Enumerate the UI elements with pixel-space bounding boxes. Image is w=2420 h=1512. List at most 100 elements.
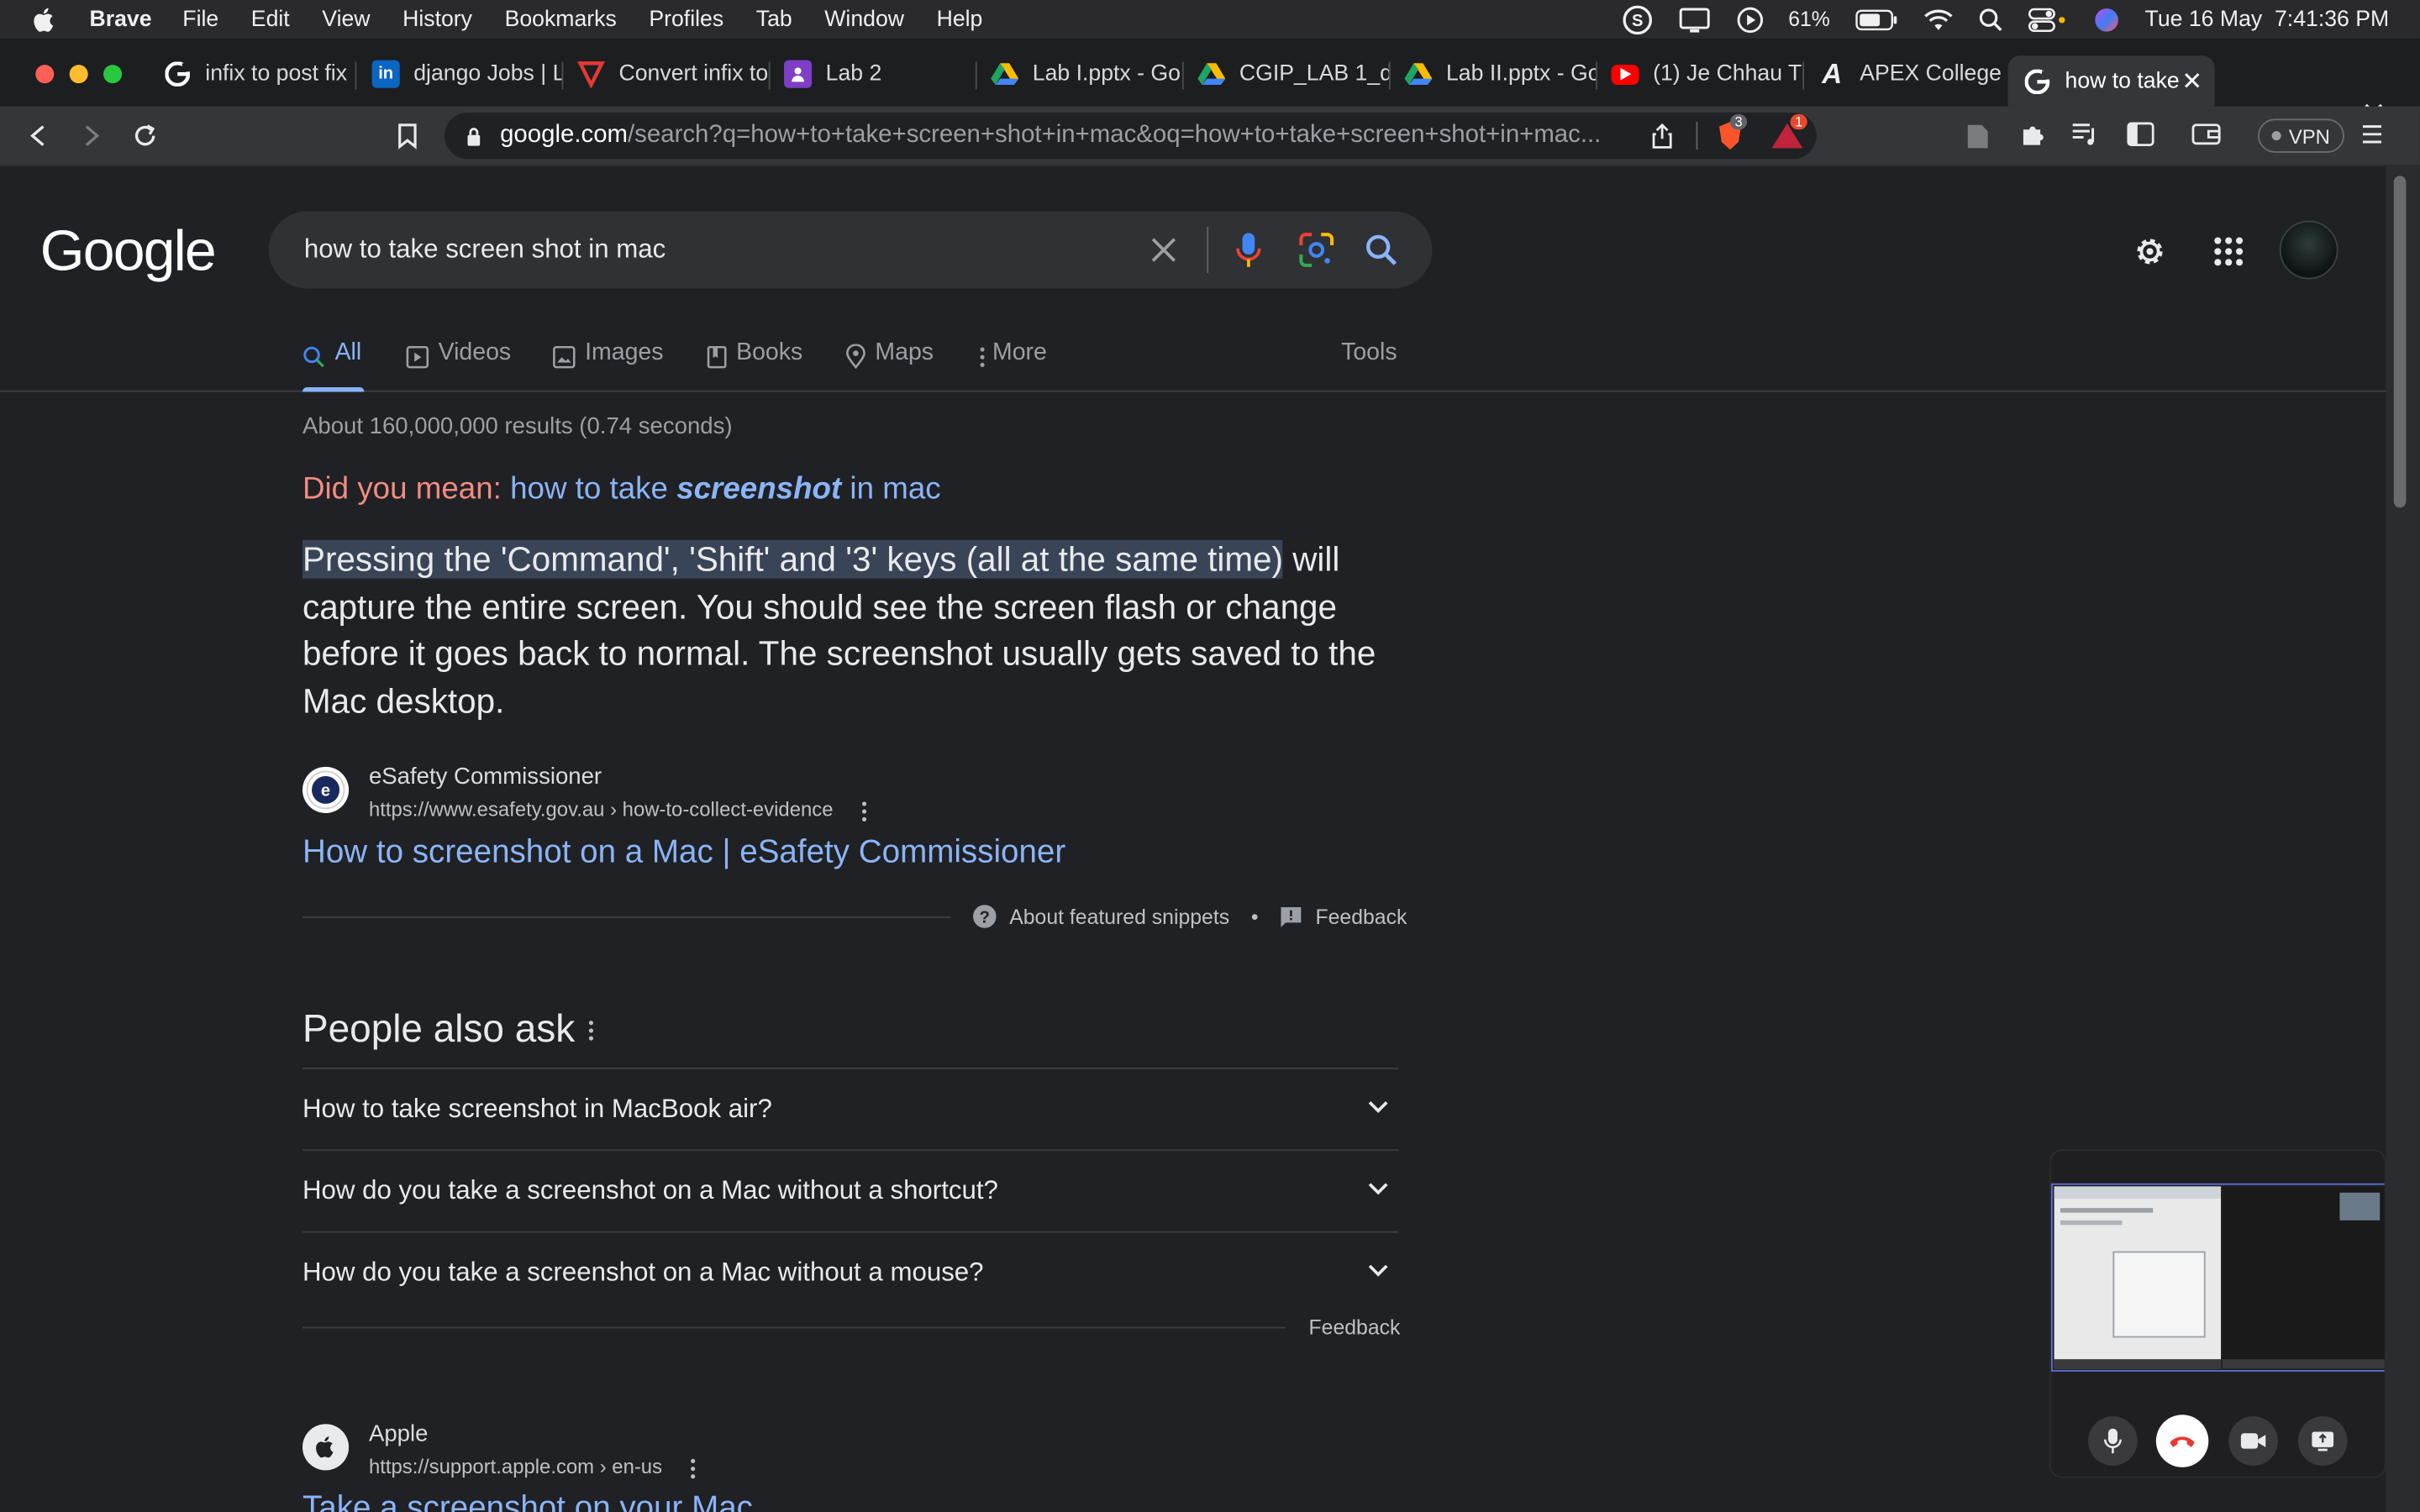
brave-shields-icon[interactable]: 3	[1715, 113, 1748, 151]
hang-up-icon	[2170, 1436, 2195, 1447]
clock-datetime[interactable]: Tue 16 May 7:41:36 PM	[2145, 7, 2390, 31]
browser-tab[interactable]: CGIP_LAB 1_de	[1182, 48, 1389, 100]
settings-gear-icon[interactable]	[2131, 233, 2168, 270]
browser-tab[interactable]: Lab II.pptx - Go	[1389, 48, 1596, 100]
active-browser-tab[interactable]: how to take ✕	[2007, 55, 2215, 107]
browser-tab[interactable]: in django Jobs | L	[356, 48, 562, 100]
wallet-icon[interactable]	[2191, 122, 2221, 146]
tab-videos[interactable]: Videos	[406, 339, 511, 391]
google-logo[interactable]: Google	[40, 219, 217, 284]
vpn-button[interactable]: VPN	[2258, 118, 2344, 153]
brave-rewards-icon[interactable]: 1	[1770, 113, 1807, 151]
browser-tab[interactable]: Convert infix to	[562, 48, 769, 100]
menu-profiles[interactable]: Profiles	[649, 7, 723, 31]
chevron-down-icon	[1368, 1101, 1388, 1114]
spotlight-search-icon[interactable]	[1978, 7, 2002, 31]
location-pin-icon	[846, 344, 865, 369]
minimize-window-button[interactable]	[69, 65, 88, 84]
clear-search-icon[interactable]	[1150, 236, 1177, 264]
battery-icon[interactable]	[1854, 8, 1897, 30]
more-options-icon[interactable]	[861, 801, 867, 822]
more-options-icon[interactable]	[588, 1020, 594, 1042]
browser-tab[interactable]: Lab 2	[769, 48, 976, 100]
paa-question[interactable]: How do you take a screenshot on a Mac wi…	[302, 1231, 1399, 1313]
video-call-window[interactable]	[2049, 1149, 2386, 1478]
menu-tab[interactable]: Tab	[756, 7, 792, 31]
tab-images[interactable]: Images	[553, 339, 663, 391]
people-also-ask-title: People also ask	[302, 1007, 576, 1051]
zoom-window-button[interactable]	[103, 65, 123, 84]
wifi-icon[interactable]	[1923, 7, 1954, 31]
shared-screen-thumbnail	[2054, 1186, 2222, 1369]
menu-file[interactable]: File	[182, 7, 218, 31]
more-options-icon[interactable]	[690, 1458, 696, 1480]
scrollbar-thumb[interactable]	[2393, 176, 2407, 508]
about-featured-snippets-link[interactable]: About featured snippets	[1009, 905, 1229, 928]
google-apps-grid-icon[interactable]	[2213, 236, 2244, 267]
tab-books[interactable]: Books	[707, 339, 802, 391]
forward-icon[interactable]	[77, 122, 105, 150]
playlist-icon[interactable]	[2071, 122, 2101, 146]
paa-question[interactable]: How to take screenshot in MacBook air?	[302, 1067, 1399, 1149]
browser-tab[interactable]: infix to post fix	[148, 48, 353, 100]
browser-toolbar: google.com/search?q=how+to+take+screen+s…	[0, 106, 2420, 167]
mute-mic-button[interactable]	[2088, 1416, 2138, 1466]
tab-more[interactable]: More	[978, 339, 1047, 391]
svg-text:S: S	[1631, 11, 1642, 29]
search-input[interactable]: how to take screen shot in mac	[304, 234, 666, 265]
esafety-favicon: e	[302, 766, 350, 813]
page-scrollbar[interactable]	[2386, 166, 2420, 1512]
menu-history[interactable]: History	[402, 7, 472, 31]
google-lens-icon[interactable]	[1298, 232, 1335, 269]
menu-view[interactable]: View	[322, 7, 370, 31]
search-box[interactable]: how to take screen shot in mac	[268, 211, 1433, 289]
youtube-icon	[1611, 64, 1639, 85]
bookmark-icon[interactable]	[395, 122, 419, 150]
paa-feedback-link[interactable]: Feedback	[1309, 1316, 1401, 1340]
share-icon[interactable]	[1651, 123, 1673, 150]
control-center-icon[interactable]	[2028, 5, 2068, 33]
paa-question[interactable]: How do you take a screenshot on a Mac wi…	[302, 1149, 1399, 1231]
back-icon[interactable]	[24, 122, 52, 150]
lock-icon[interactable]	[466, 126, 481, 146]
feedback-icon	[1281, 906, 1302, 927]
browser-tab[interactable]: Lab I.pptx - Go	[976, 48, 1182, 100]
apple-logo-icon[interactable]	[31, 5, 59, 33]
main-menu-icon[interactable]	[2361, 122, 2383, 146]
skype-icon[interactable]: S	[1622, 4, 1653, 35]
menu-window[interactable]: Window	[824, 7, 904, 31]
tools-button[interactable]: Tools	[1341, 339, 1397, 391]
play-icon	[406, 345, 429, 369]
close-window-button[interactable]	[35, 65, 55, 84]
menu-bookmarks[interactable]: Bookmarks	[505, 7, 617, 31]
screen-mirror-icon[interactable]	[1677, 5, 1711, 33]
svg-text:?: ?	[980, 908, 990, 927]
feedback-link[interactable]: Feedback	[1315, 905, 1407, 928]
menu-help[interactable]: Help	[937, 7, 983, 31]
play-circle-icon[interactable]	[1736, 5, 1764, 33]
voice-search-icon[interactable]	[1234, 232, 1262, 269]
app-name-menu[interactable]: Brave	[90, 7, 152, 31]
toggle-camera-button[interactable]	[2228, 1416, 2278, 1466]
tab-all[interactable]: All	[302, 339, 365, 392]
apple-result-link[interactable]: Take a screenshot on your Mac	[302, 1490, 753, 1512]
image-icon	[553, 345, 576, 369]
google-icon	[164, 60, 192, 88]
sidebar-toggle-icon[interactable]	[2127, 122, 2154, 147]
reader-mode-icon[interactable]	[1966, 123, 1990, 150]
account-avatar[interactable]	[2279, 220, 2338, 280]
menu-edit[interactable]: Edit	[251, 7, 290, 31]
end-call-button[interactable]	[2155, 1415, 2209, 1467]
featured-result-link[interactable]: How to screenshot on a Mac | eSafety Com…	[302, 835, 1065, 872]
siri-icon[interactable]	[2092, 5, 2120, 33]
search-submit-icon[interactable]	[1365, 233, 1398, 266]
browser-tab[interactable]: A APEX College	[1802, 48, 2006, 100]
spelling-suggestion-link[interactable]: how to take screenshot in mac	[510, 472, 941, 506]
extensions-puzzle-icon[interactable]	[2018, 122, 2046, 150]
browser-tab[interactable]: (1) Je Chhau Ti	[1596, 48, 1802, 100]
share-screen-button[interactable]	[2297, 1416, 2348, 1466]
close-tab-icon[interactable]: ✕	[2181, 66, 2202, 97]
reload-icon[interactable]	[131, 122, 159, 150]
address-bar[interactable]: google.com/search?q=how+to+take+screen+s…	[444, 113, 1817, 160]
tab-maps[interactable]: Maps	[846, 339, 934, 391]
